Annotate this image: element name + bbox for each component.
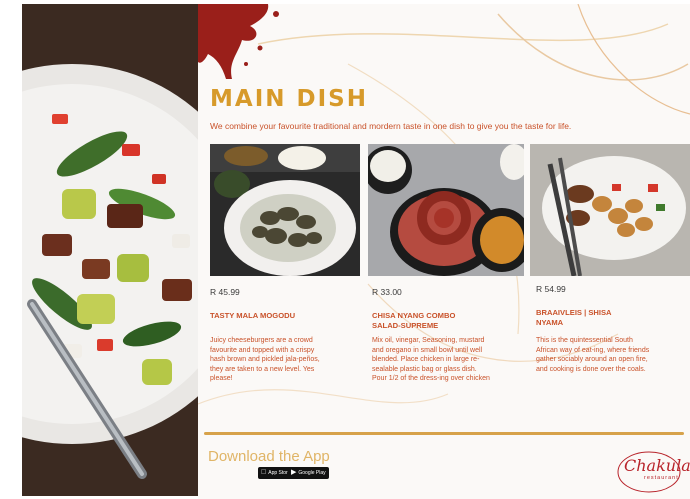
salad-photo [22,4,198,496]
dish-price: R 54.99 [536,284,566,294]
gold-divider [204,432,684,435]
dish-name: BRAAIVLEIS | SHISA NYAMA [536,308,612,327]
dish-photo-mala-mogodu [210,144,360,276]
dish-name: CHISA NYANG COMBO SALAD-SUPREME [372,311,456,330]
menu-page: MAIN DISH We combine your favourite trad… [198,4,690,499]
google-play-button[interactable]: ▶ Google Play [288,467,329,479]
page-title: MAIN DISH [210,86,368,112]
braaivleis-illustration [530,144,690,276]
download-app-label: Download the App [208,448,330,465]
dish-description: This is the quintessential South African… [536,337,650,373]
dish-price: R 45.99 [210,287,240,297]
play-icon: ▶ [291,469,297,476]
paint-splash-icon [198,4,279,79]
dish-description: Juicy cheeseburgers are a crowd favourit… [210,337,320,383]
dish-name: TASTY MALA MOGODU [210,311,296,320]
google-play-label: Google Play [298,470,326,476]
apple-icon:  [261,467,266,479]
dish-description: Mix oil, vinegar, Seasoning, mustard and… [372,337,490,383]
mogodu-illustration [210,144,360,276]
dish-photo-braaivleis [530,144,690,276]
boerewors-illustration [368,144,524,276]
salad-illustration [22,4,198,496]
dish-price: R 33.00 [372,287,402,297]
page-subtitle: We combine your favourite traditional an… [210,121,572,131]
restaurant-logo-name: Chakula [624,456,690,475]
dish-photo-chisa-nyang [368,144,524,276]
restaurant-logo-subtitle: restaurant [644,475,679,481]
